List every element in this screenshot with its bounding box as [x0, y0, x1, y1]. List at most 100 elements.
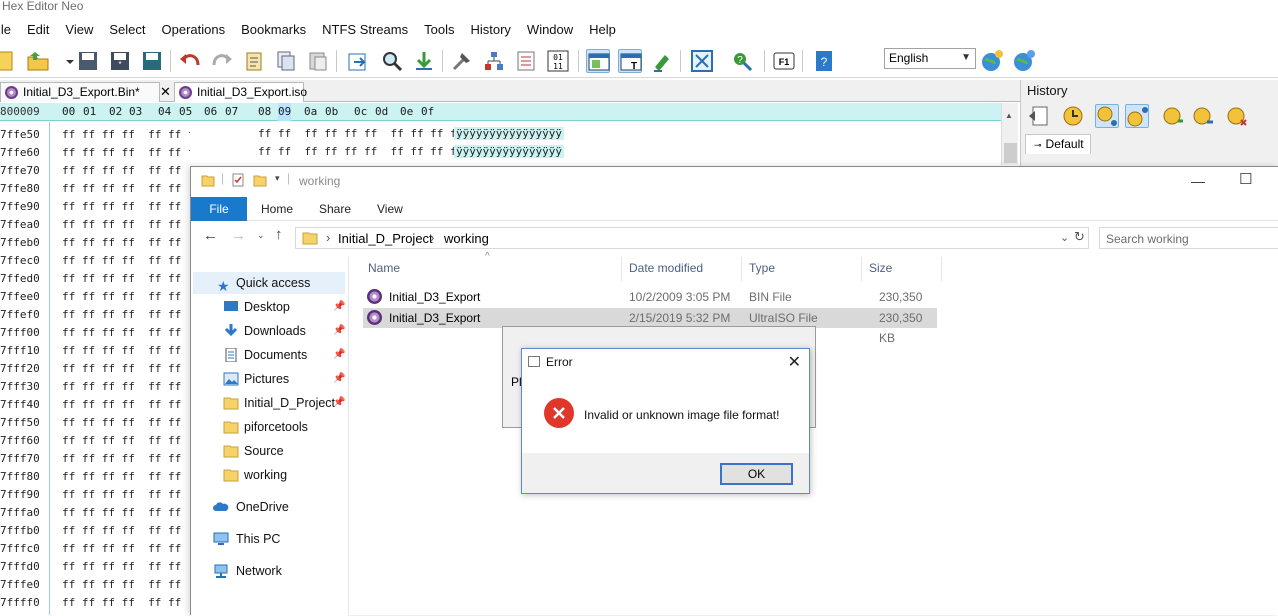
qat-dropdown-icon[interactable]: ▾	[275, 173, 280, 184]
recent-dropdown-icon[interactable]: ⌄	[257, 230, 265, 241]
ribbon-tab-share[interactable]: Share	[319, 202, 351, 216]
current-offset: 800009	[0, 105, 40, 118]
scroll-up-icon[interactable]: ▲	[1005, 111, 1013, 120]
undo-icon[interactable]	[178, 49, 202, 73]
hex-data-visible-right[interactable]: ff ff ff ff ff ff ff ff ff ff ff ff ff f…	[190, 122, 1008, 166]
file-row[interactable]: Initial_D3_Export 10/2/2009 3:05 PM BIN …	[363, 287, 937, 324]
column-date-modified[interactable]: Date modified	[629, 261, 703, 275]
save-icon[interactable]	[76, 49, 100, 73]
menu-file[interactable]: ile	[0, 22, 11, 37]
minimize-icon[interactable]: —	[1191, 173, 1205, 189]
close-tab-icon[interactable]: ✕	[160, 84, 171, 100]
menu-select[interactable]: Select	[109, 22, 145, 37]
menu-help[interactable]: Help	[589, 22, 616, 37]
menu-edit[interactable]: Edit	[27, 22, 49, 37]
save-as-icon[interactable]: *	[108, 49, 132, 73]
menu-tools[interactable]: Tools	[424, 22, 454, 37]
language-select[interactable]: English ▼	[884, 48, 976, 69]
history-delete-icon[interactable]	[1225, 104, 1249, 128]
manual-icon[interactable]: ?	[812, 49, 836, 73]
history-tree-icon[interactable]	[1125, 104, 1149, 128]
nav-pictures[interactable]: Pictures 📌	[191, 368, 349, 390]
hex-address: 7ffeb0	[0, 236, 40, 249]
chevron-down-icon: ▼	[961, 52, 971, 63]
address-bar[interactable]: › Initial_D_Project › working ⌄ ↻	[295, 227, 1089, 249]
file-row-selected[interactable]: Initial_D3_Export 2/15/2019 5:32 PM Ultr…	[363, 308, 937, 345]
clipboard-icon[interactable]	[242, 49, 266, 73]
ribbon-tab-file[interactable]: File	[191, 197, 247, 221]
hex-data-area[interactable]: ff ff ff ff ff ff ff ff ff ff ff ff ff f…	[51, 122, 190, 615]
fullscreen-icon[interactable]	[690, 49, 714, 73]
hex-scrollbar[interactable]: ▲	[1001, 103, 1018, 165]
find-icon[interactable]	[380, 49, 404, 73]
update-language-icon[interactable]	[1012, 49, 1036, 73]
back-arrow-icon[interactable]: ←	[203, 227, 218, 244]
menu-operations[interactable]: Operations	[162, 22, 226, 37]
paste-icon[interactable]	[306, 49, 330, 73]
column-type[interactable]: Type	[749, 261, 775, 275]
history-back-icon[interactable]	[1027, 104, 1051, 128]
copy-icon[interactable]	[274, 49, 298, 73]
menu-bookmarks[interactable]: Bookmarks	[241, 22, 306, 37]
ribbon-tab-view[interactable]: View	[377, 202, 403, 216]
app-title: Hex Editor Neo	[0, 0, 1278, 14]
column-name[interactable]: Name	[368, 261, 400, 275]
tools-icon[interactable]	[450, 49, 474, 73]
nav-documents[interactable]: Documents 📌	[191, 344, 349, 366]
help-search-icon[interactable]: ?	[730, 49, 754, 73]
nav-source[interactable]: Source	[191, 440, 349, 462]
hex-view-icon[interactable]	[586, 49, 610, 73]
nav-initial-d-project[interactable]: Initial_D_Project 📌	[191, 392, 349, 414]
address-dropdown-icon[interactable]: ⌄	[1060, 231, 1069, 244]
breadcrumb-current[interactable]: working	[444, 231, 489, 246]
breadcrumb-root[interactable]: Initial_D_Project	[338, 231, 433, 246]
pattern-icon[interactable]	[514, 49, 538, 73]
menu-history[interactable]: History	[470, 22, 510, 37]
open-dropdown-icon[interactable]	[58, 49, 74, 73]
scrollbar-thumb[interactable]	[1004, 143, 1017, 163]
menu-view[interactable]: View	[65, 22, 93, 37]
redo-icon[interactable]	[210, 49, 234, 73]
maximize-icon[interactable]: ☐	[1239, 170, 1252, 188]
history-list-icon[interactable]	[1095, 104, 1119, 128]
tab-bin[interactable]: Initial_D3_Export.Bin*	[0, 82, 160, 102]
history-clock-icon[interactable]	[1061, 104, 1085, 128]
folder-icon	[223, 397, 239, 410]
new-folder-icon[interactable]	[253, 173, 267, 187]
history-add-icon[interactable]	[1161, 104, 1185, 128]
ribbon-tab-home[interactable]: Home	[261, 202, 293, 216]
new-icon[interactable]	[0, 49, 18, 73]
nav-onedrive[interactable]: OneDrive	[191, 496, 349, 518]
refresh-icon[interactable]: ↻	[1074, 229, 1085, 245]
nav-this-pc[interactable]: This PC	[191, 528, 349, 550]
find-next-icon[interactable]	[412, 49, 436, 73]
tab-iso[interactable]: Initial_D3_Export.iso	[174, 82, 307, 102]
nav-downloads[interactable]: Downloads 📌	[191, 320, 349, 342]
close-icon[interactable]: ✕	[788, 352, 801, 372]
binary-icon[interactable]: 01 11	[546, 49, 570, 73]
menu-ntfs-streams[interactable]: NTFS Streams	[322, 22, 408, 37]
nav-piforcetools[interactable]: piforcetools	[191, 416, 349, 438]
nav-desktop[interactable]: Desktop 📌	[191, 296, 349, 318]
up-arrow-icon[interactable]: ↑	[275, 226, 283, 243]
column-size[interactable]: Size	[869, 261, 892, 275]
nav-working[interactable]: working	[191, 464, 349, 486]
open-icon[interactable]	[26, 49, 50, 73]
highlight-icon[interactable]	[650, 49, 674, 73]
nav-network[interactable]: Network	[191, 560, 349, 582]
structure-icon[interactable]	[482, 49, 506, 73]
nav-quick-access[interactable]: ★ Quick access	[193, 272, 345, 294]
menu-window[interactable]: Window	[527, 22, 573, 37]
forward-arrow-icon[interactable]: →	[231, 227, 246, 244]
f1-help-icon[interactable]: F1	[772, 49, 796, 73]
explorer-title: working	[299, 174, 341, 188]
search-input[interactable]: Search working	[1099, 227, 1278, 249]
goto-icon[interactable]	[346, 49, 370, 73]
save-all-icon[interactable]	[140, 49, 164, 73]
ok-button[interactable]: OK	[720, 463, 793, 485]
history-tab-default[interactable]: ⊸ Default	[1025, 134, 1091, 154]
add-language-icon[interactable]	[980, 49, 1004, 73]
text-view-icon[interactable]: T	[618, 49, 642, 73]
properties-icon[interactable]	[231, 173, 245, 187]
history-export-icon[interactable]	[1191, 104, 1215, 128]
